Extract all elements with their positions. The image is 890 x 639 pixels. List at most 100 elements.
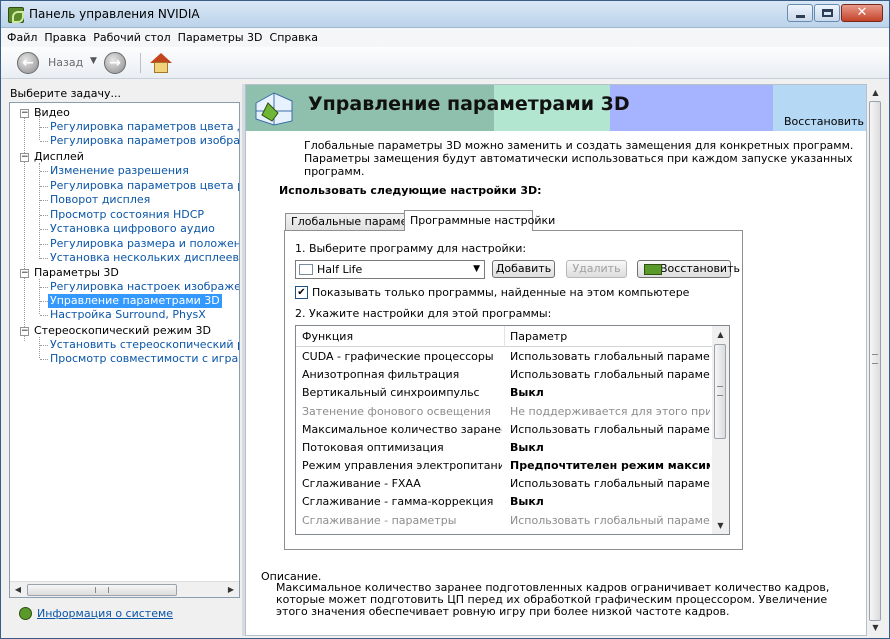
scroll-thumb[interactable] [27,584,177,596]
minimize-button[interactable] [787,4,813,22]
tree-item[interactable]: Настройка Surround, PhysX [10,308,239,322]
collapse-icon[interactable]: − [20,327,29,336]
column-function[interactable]: Функция [302,330,353,343]
show-only-found-checkbox[interactable]: ✔ [295,286,308,299]
tree-group-stereo-3d[interactable]: − Стереоскопический режим 3D [10,324,239,338]
description-text: Максимальное количество заранее подготов… [276,581,830,618]
nvidia-app-icon [8,7,24,23]
tree-item[interactable]: Регулировка параметров цвета рабочег [10,179,239,193]
back-button[interactable]: ← [17,52,39,74]
tree-item[interactable]: Регулировка параметров изображения д [10,134,239,148]
maximize-button[interactable] [814,4,840,22]
add-program-button[interactable]: Добавить [492,260,555,278]
collapse-icon[interactable]: − [20,269,29,278]
remove-program-button[interactable]: Удалить [566,260,627,278]
tree-item[interactable]: Регулировка размера и положения рабо [10,237,239,251]
home-icon[interactable] [150,53,172,73]
step2-label: 2. Укажите настройки для этой программы: [295,307,552,320]
arrow-left-icon: ← [22,55,34,71]
setting-row[interactable]: Потоковая оптимизация Выкл [296,439,713,457]
tree-group-video[interactable]: − Видео [10,106,239,120]
nvidia-control-panel-window: Панель управления NVIDIA ✕ Файл Правка Р… [0,0,890,639]
tree-item[interactable]: Просмотр состояния HDCP [10,208,239,222]
close-button[interactable]: ✕ [841,4,883,22]
tree-item[interactable]: Установка цифрового аудио [10,222,239,236]
chevron-down-icon: ▼ [473,264,480,274]
program-settings-list: Функция Параметр CUDA - графические проц… [295,325,730,535]
setting-row[interactable]: Затенение фонового освещения Не поддержи… [296,403,713,421]
scroll-up-icon[interactable]: ▲ [712,326,729,343]
nvidia-logo-icon [644,264,662,275]
3d-settings-icon [255,92,293,126]
section-title: Использовать следующие настройки 3D: [279,184,542,197]
task-heading: Выберите задачу... [10,87,122,100]
tree-group-display[interactable]: − Дисплей [10,150,239,164]
back-label[interactable]: Назад [48,56,83,69]
tree-item-selected[interactable]: Управление параметрами 3D [10,294,239,308]
setting-row[interactable]: Вертикальный синхроимпульс Выкл [296,384,713,402]
column-parameter[interactable]: Параметр [510,330,567,343]
tree-horizontal-scrollbar[interactable]: ◀ ▶ [10,581,239,597]
window-controls: ✕ [786,4,883,22]
scroll-up-icon[interactable]: ▲ [867,84,884,101]
menu-edit[interactable]: Правка [44,31,93,44]
content-vertical-scrollbar[interactable]: ▲ ▼ [867,84,884,636]
tree-item[interactable]: Поворот дисплея [10,193,239,207]
tree-group-3d-settings[interactable]: − Параметры 3D [10,266,239,280]
setting-row[interactable]: Сглаживание - FXAA Использовать глобальн… [296,475,713,493]
menu-file[interactable]: Файл [7,31,44,44]
tree-item[interactable]: Установить стереоскопический режим 3 [10,338,239,352]
task-tree-content: − Видео Регулировка параметров цвета для… [10,103,239,581]
scroll-right-icon[interactable]: ▶ [223,582,239,597]
tree-item[interactable]: Изменение разрешения [10,164,239,178]
program-icon [299,264,313,275]
scroll-thumb[interactable] [714,344,726,439]
page-title: Управление параметрами 3D [308,93,630,115]
window-title: Панель управления NVIDIA [29,7,200,21]
collapse-icon[interactable]: − [20,109,29,118]
tab-program-settings[interactable]: Программные настройки [404,210,555,231]
restore-program-button[interactable]: Восстановить [637,260,740,278]
scroll-down-icon[interactable]: ▼ [712,517,729,534]
list-vertical-scrollbar[interactable]: ▲ ▼ [712,326,729,534]
show-only-found-label: Показывать только программы, найденные н… [312,286,690,299]
content-pane: Управление параметрами 3D Восстановить Г… [245,84,867,636]
setting-row[interactable]: CUDA - графические процессоры Использова… [296,348,713,366]
menu-bar: Файл Правка Рабочий стол Параметры 3D Сп… [1,28,889,47]
step1-label: 1. Выберите программу для настройки: [295,242,527,255]
title-bar[interactable]: Панель управления NVIDIA ✕ [1,1,889,28]
maximize-icon [822,9,833,17]
setting-row[interactable]: Сглаживание - гамма-коррекция Выкл [296,493,713,511]
arrow-right-icon: → [109,55,121,71]
tree-item[interactable]: Регулировка настроек изображения с пр [10,280,239,294]
program-settings-panel: 1. Выберите программу для настройки: Hal… [284,230,743,550]
task-tree: − Видео Регулировка параметров цвета для… [9,102,240,598]
list-header: Функция Параметр [296,326,713,347]
minimize-icon [796,15,805,18]
menu-3d-settings[interactable]: Параметры 3D [178,31,270,44]
tree-item[interactable]: Регулировка параметров цвета для вид [10,120,239,134]
toolbar: ← Назад ▼ → [1,47,889,79]
tree-item[interactable]: Просмотр совместимости с играми [10,352,239,366]
intro-text: Глобальные параметры 3D можно заменить и… [304,139,854,178]
toolbar-separator [140,53,141,73]
tree-item[interactable]: Установка нескольких дисплеев [10,251,239,265]
menu-desktop[interactable]: Рабочий стол [93,31,177,44]
scroll-thumb[interactable] [869,101,881,621]
page-banner: Управление параметрами 3D Восстановить [246,85,866,131]
menu-help[interactable]: Справка [270,31,325,44]
collapse-icon[interactable]: − [20,153,29,162]
scroll-left-icon[interactable]: ◀ [10,582,26,597]
history-dropdown-icon[interactable]: ▼ [90,56,97,66]
program-select[interactable]: Half Life ▼ [295,260,485,279]
close-icon: ✕ [856,5,868,20]
tab-global-settings[interactable]: Глобальные параметры [285,213,429,230]
scroll-down-icon[interactable]: ▼ [867,619,884,636]
setting-row[interactable]: Анизотропная фильтрация Использовать гло… [296,366,713,384]
forward-button[interactable]: → [104,52,126,74]
restore-defaults-link[interactable]: Восстановить [784,115,864,128]
setting-row[interactable]: Режим управления электропитанием Предпоч… [296,457,713,475]
setting-row[interactable]: Максимальное количество заранее под... И… [296,421,713,439]
nvidia-info-icon [19,607,32,620]
setting-row[interactable]: Сглаживание - параметры Использовать гло… [296,512,713,530]
